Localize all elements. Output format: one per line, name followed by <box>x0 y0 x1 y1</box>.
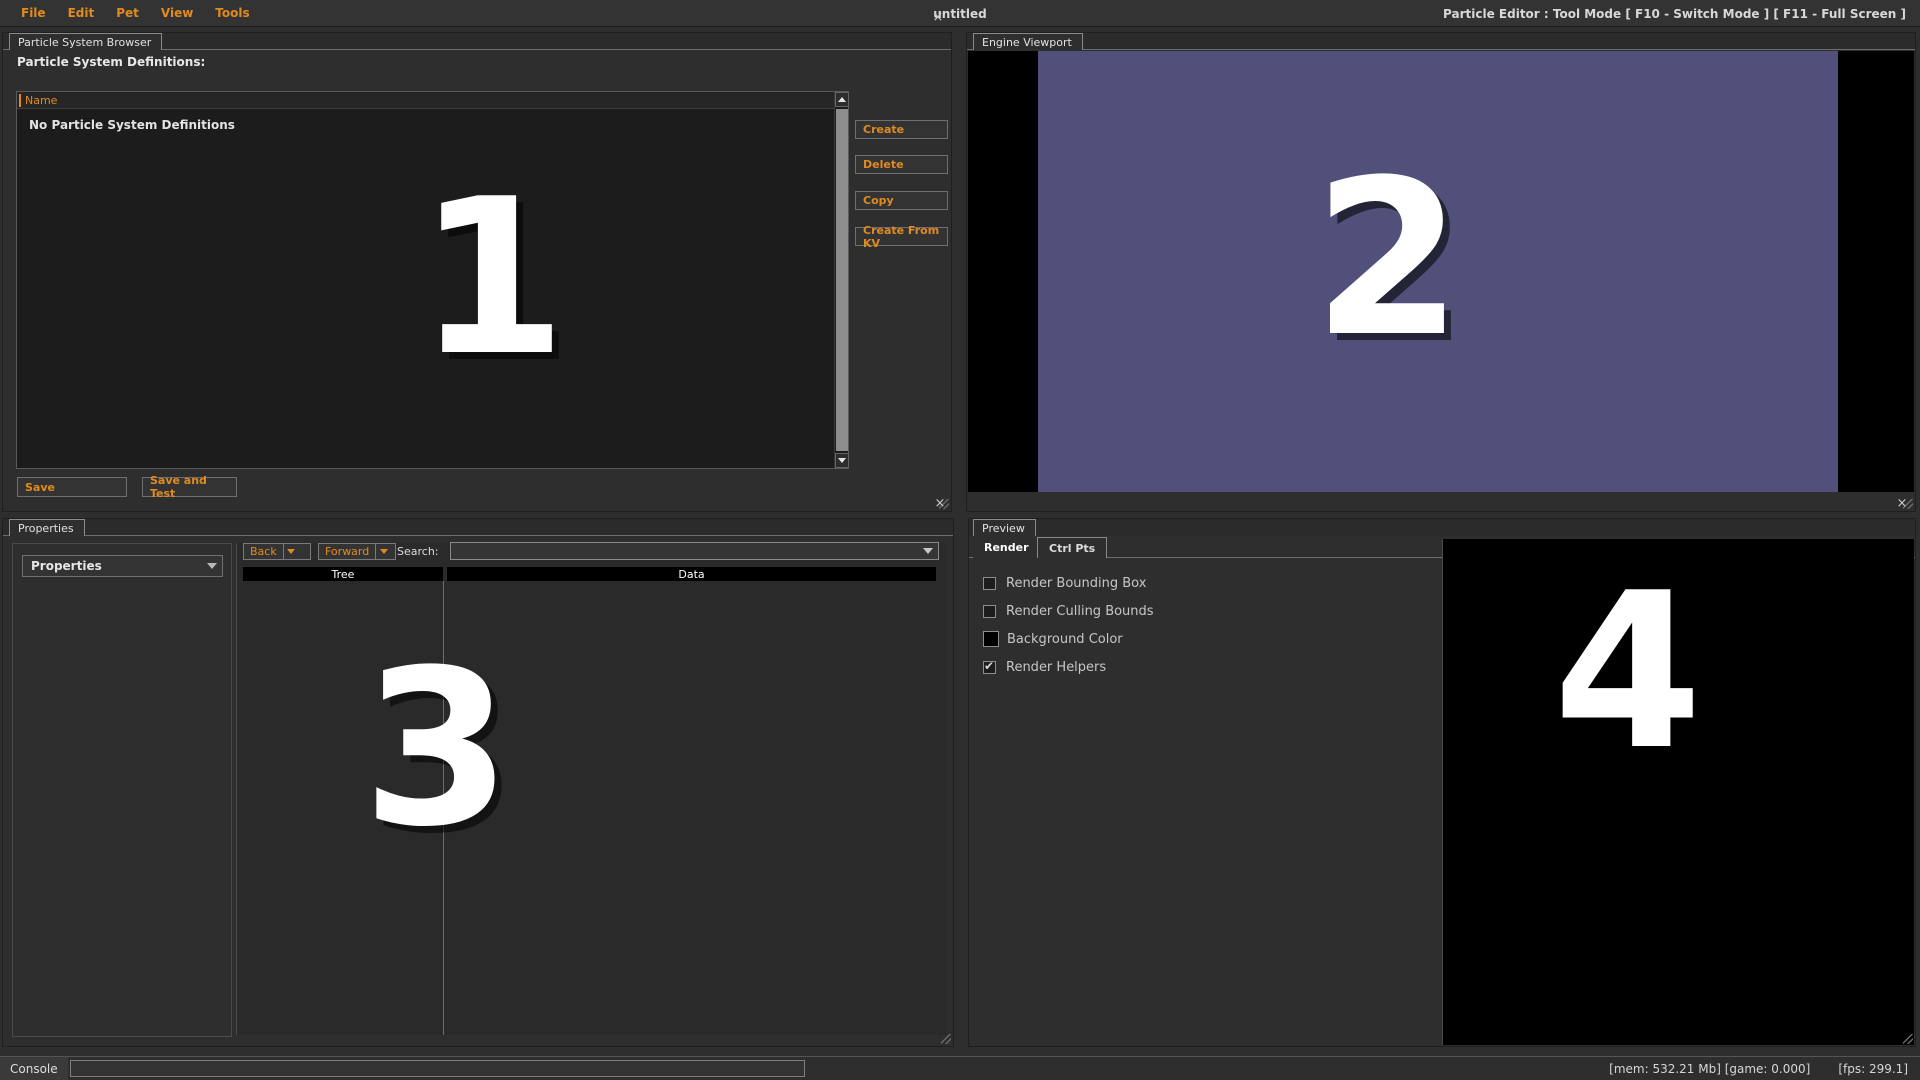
close-icon[interactable]: × <box>1895 497 1909 511</box>
menu-bar: File Edit Pet View Tools untitled Partic… <box>0 0 1920 27</box>
resize-grip[interactable] <box>1903 1034 1913 1044</box>
viewport-tab-row: Engine Viewport <box>967 33 1915 50</box>
tree-column-splitter[interactable] <box>443 581 444 1035</box>
menu-item-file[interactable]: File <box>10 2 57 24</box>
fps-status: [fps: 299.1] <box>1838 1062 1908 1076</box>
console-input[interactable] <box>69 1060 805 1077</box>
preview-panel: Preview × Render Ctrl Pts Render Boundin… <box>968 497 1916 1047</box>
column-header-label: Name <box>25 93 58 107</box>
menu-item-edit[interactable]: Edit <box>57 2 106 24</box>
particle-definitions-heading: Particle System Definitions: <box>17 55 206 69</box>
tree-column-headers: Tree Data <box>237 567 947 581</box>
properties-selector-pane: Properties <box>12 543 232 1037</box>
scroll-down-icon[interactable] <box>835 453 849 468</box>
checkbox-icon[interactable] <box>983 604 996 618</box>
menu-item-tools[interactable]: Tools <box>204 2 260 24</box>
search-input[interactable] <box>450 542 939 560</box>
chevron-down-icon <box>207 563 217 569</box>
create-from-kv-button[interactable]: Create From KV <box>855 224 948 250</box>
tab-preview[interactable]: Preview <box>973 519 1036 536</box>
menu-item-pet[interactable]: Pet <box>105 2 150 24</box>
subtab-ctrl-pts[interactable]: Ctrl Pts <box>1037 537 1108 558</box>
option-label: Render Helpers <box>1006 659 1107 675</box>
column-header-tree[interactable]: Tree <box>243 567 443 581</box>
browser-vertical-scrollbar[interactable] <box>834 92 849 468</box>
option-render-helpers[interactable]: Render Helpers <box>983 653 1443 681</box>
option-render-bounding-box[interactable]: Render Bounding Box <box>983 569 1443 597</box>
properties-toolbar: Back Forward Search: <box>237 542 947 565</box>
overlay-number-1: 1 <box>417 152 567 403</box>
option-label: Background Color <box>1007 631 1123 647</box>
preview-tab-row: Preview × <box>969 497 1915 536</box>
particle-definitions-list[interactable]: Name No Particle System Definitions 1 <box>16 91 849 469</box>
chevron-down-icon <box>923 548 933 554</box>
browser-footer-buttons: Save Save and Test <box>17 474 237 500</box>
empty-list-message: No Particle System Definitions <box>29 118 235 132</box>
column-marker <box>19 93 21 107</box>
forward-button[interactable]: Forward <box>318 543 396 560</box>
scroll-up-icon[interactable] <box>835 92 849 107</box>
menu-item-group: File Edit Pet View Tools <box>0 2 261 24</box>
viewport-scene <box>1038 51 1838 492</box>
forward-dropdown-icon[interactable] <box>376 549 391 554</box>
color-swatch-icon[interactable] <box>983 631 999 647</box>
overlay-number-3: 3 <box>362 623 512 874</box>
forward-button-label: Forward <box>325 545 370 558</box>
checkbox-icon[interactable] <box>983 576 996 590</box>
back-button-label: Back <box>250 545 277 558</box>
checkbox-icon[interactable] <box>983 659 996 674</box>
save-button[interactable]: Save <box>17 477 127 497</box>
option-background-color[interactable]: Background Color <box>983 625 1443 653</box>
particle-system-browser-panel: Particle System Browser × Particle Syste… <box>2 11 952 512</box>
resize-grip[interactable] <box>941 1034 951 1044</box>
scrollbar-thumb[interactable] <box>836 109 848 451</box>
console-tab[interactable]: Console <box>0 1056 68 1080</box>
search-label: Search: <box>397 545 439 558</box>
subtab-render[interactable]: Render <box>973 537 1040 558</box>
browser-tab-row: Particle System Browser × <box>3 11 951 50</box>
menu-item-view[interactable]: View <box>150 2 204 24</box>
back-button[interactable]: Back <box>243 543 311 560</box>
memory-game-status: [mem: 532.21 Mb] [game: 0.000] <box>1609 1062 1811 1076</box>
option-render-culling-bounds[interactable]: Render Culling Bounds <box>983 597 1443 625</box>
option-label: Render Bounding Box <box>1006 575 1147 591</box>
properties-selector-dropdown[interactable]: Properties <box>22 555 223 577</box>
delete-button[interactable]: Delete <box>855 155 948 174</box>
list-column-header-name[interactable]: Name <box>17 92 848 109</box>
properties-selector-value: Properties <box>31 559 102 573</box>
close-icon[interactable]: × <box>931 11 945 25</box>
particle-editor-window: File Edit Pet View Tools untitled Partic… <box>0 0 1920 1080</box>
status-bar: Console [mem: 532.21 Mb] [game: 0.000] [… <box>0 1056 1920 1080</box>
back-dropdown-icon[interactable] <box>284 549 299 554</box>
properties-tree-body[interactable]: 3 <box>237 581 947 1035</box>
column-header-data[interactable]: Data <box>447 567 936 581</box>
render-options-list: Render Bounding Box Render Culling Bound… <box>983 569 1443 681</box>
editor-mode-label: Particle Editor : Tool Mode [ F10 - Swit… <box>1443 6 1906 21</box>
tab-properties[interactable]: Properties <box>9 519 85 536</box>
engine-viewport-canvas[interactable]: 2 <box>968 51 1914 492</box>
overlay-number-4: 4 <box>1553 546 1703 797</box>
properties-panel: Properties × Properties Back Forward Sea… <box>2 497 954 1047</box>
option-label: Render Culling Bounds <box>1006 603 1154 619</box>
properties-tree-pane: Back Forward Search: Tree Data 3 <box>236 542 947 1035</box>
tab-engine-viewport[interactable]: Engine Viewport <box>973 33 1083 50</box>
copy-button[interactable]: Copy <box>855 191 948 210</box>
create-button[interactable]: Create <box>855 120 948 139</box>
preview-canvas[interactable]: 4 <box>1443 539 1914 1045</box>
engine-viewport-panel: Engine Viewport 2 <box>966 32 1916 512</box>
save-and-test-button[interactable]: Save and Test <box>142 474 237 500</box>
status-metrics: [mem: 532.21 Mb] [game: 0.000] [fps: 299… <box>1609 1057 1908 1080</box>
properties-tab-row: Properties × <box>3 497 953 536</box>
tab-particle-system-browser[interactable]: Particle System Browser <box>9 33 163 50</box>
close-icon[interactable]: × <box>933 497 947 511</box>
